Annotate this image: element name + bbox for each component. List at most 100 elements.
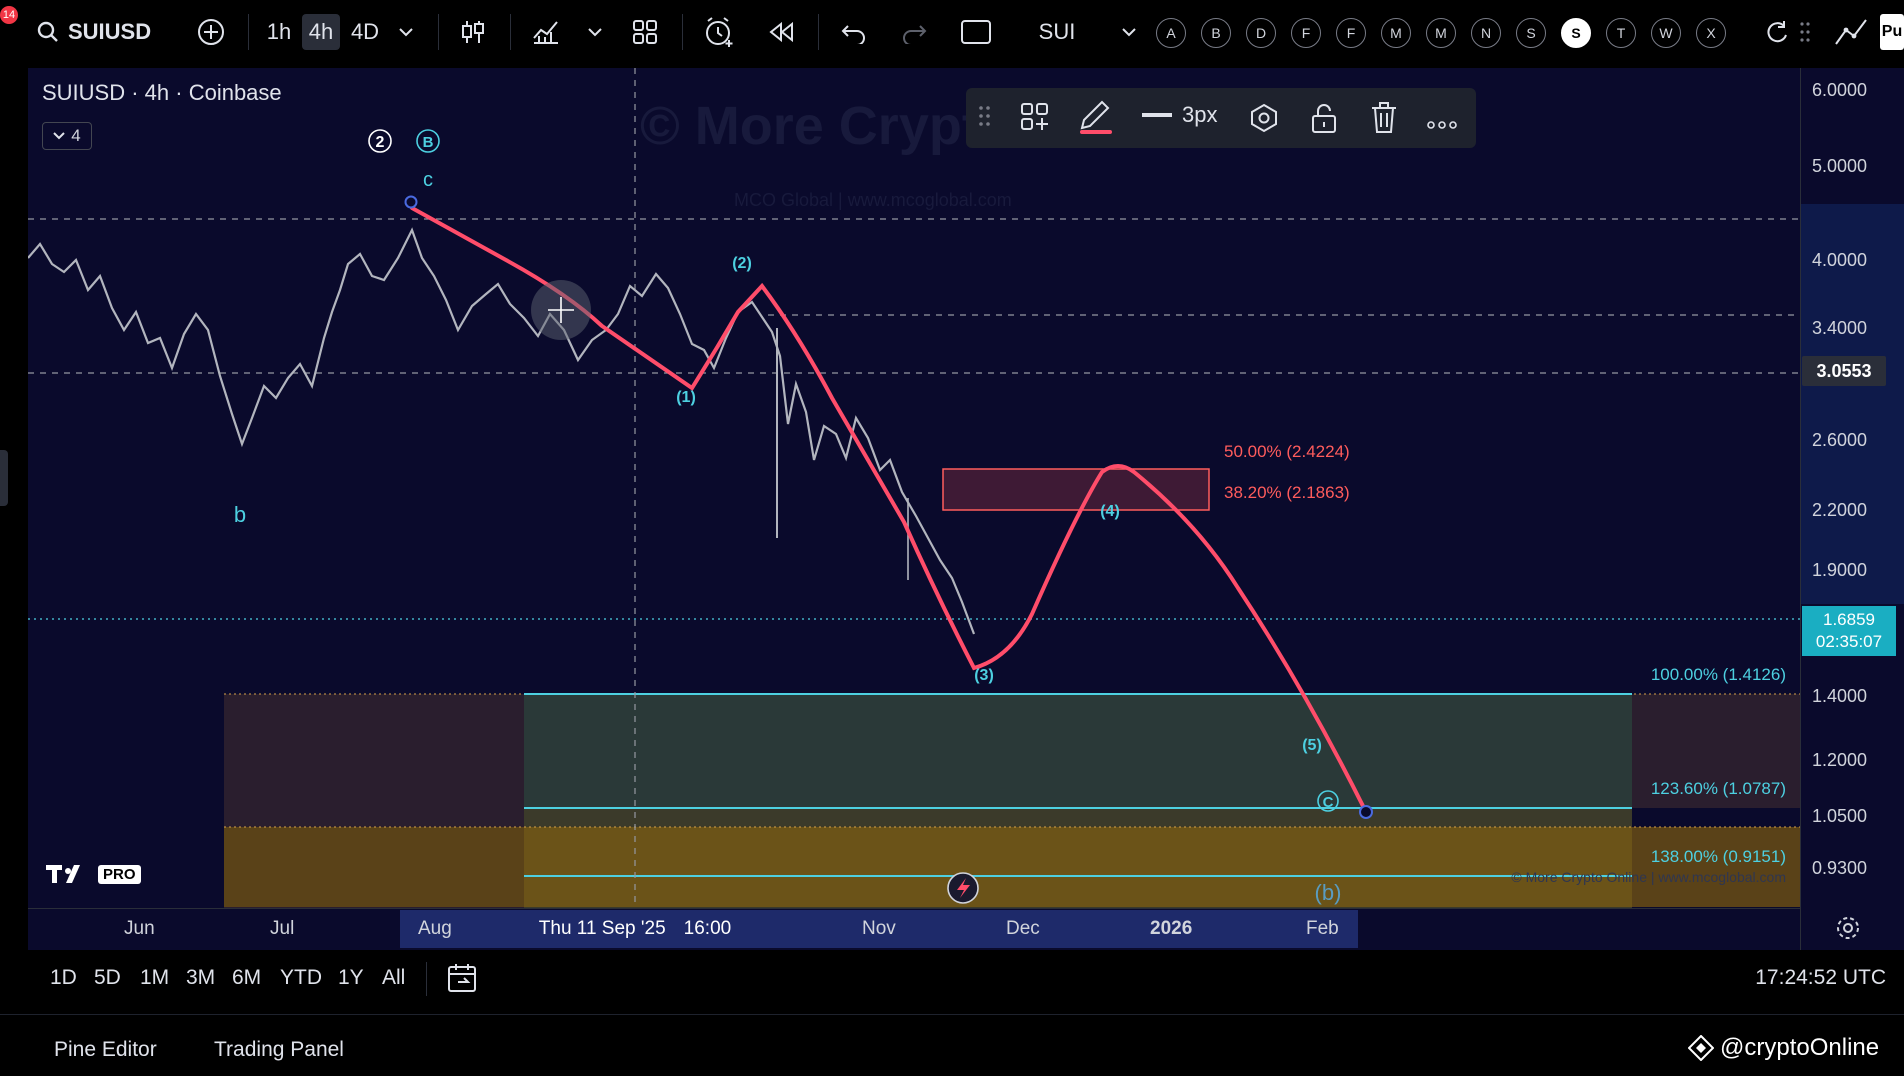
price-label-7: 1.4000	[1812, 686, 1868, 706]
wave-end-point[interactable]	[1359, 805, 1373, 819]
line-color-button[interactable]	[1078, 96, 1114, 140]
fullscreen-button[interactable]	[956, 14, 996, 50]
notification-badge[interactable]: 14	[0, 6, 18, 24]
time-label-aug: Aug	[418, 918, 452, 939]
interval-4d[interactable]: 4D	[344, 14, 386, 50]
tab-pine-editor[interactable]: Pine Editor	[54, 1038, 157, 1062]
replay-button[interactable]	[764, 14, 798, 50]
wave-5-label: (5)	[1302, 737, 1322, 754]
sidebar-collapse-handle[interactable]	[0, 450, 8, 506]
price-label-8: 1.2000	[1812, 750, 1868, 770]
letter-button-11[interactable]: W	[1651, 18, 1681, 48]
range-1m[interactable]: 1M	[140, 966, 169, 990]
time-label-2026: 2026	[1150, 918, 1193, 939]
indicators-dropdown[interactable]	[584, 14, 606, 50]
line-width-label: 3px	[1182, 102, 1218, 127]
undo-button[interactable]	[836, 14, 872, 50]
letter-button-5[interactable]: M	[1381, 18, 1411, 48]
price-tag-crosshair: 3.0553	[1802, 356, 1886, 386]
orange-zone	[524, 827, 1632, 907]
layout-button[interactable]	[628, 14, 662, 50]
separator	[426, 962, 427, 996]
range-3m[interactable]: 3M	[186, 966, 215, 990]
letter-button-2[interactable]: D	[1246, 18, 1276, 48]
chart-canvas[interactable]: © More Crypto MCO Global | www.mcoglobal…	[28, 68, 1800, 908]
price-label-3: 3.4000	[1812, 318, 1868, 338]
letter-button-3[interactable]: F	[1291, 18, 1321, 48]
watermark-subtext: MCO Global | www.mcoglobal.com	[734, 190, 1012, 210]
bar-countdown: 02:35:07	[1815, 632, 1883, 651]
axis-settings-button[interactable]	[1834, 914, 1866, 946]
compare-symbol-button[interactable]	[194, 14, 228, 50]
delete-button[interactable]	[1370, 102, 1398, 140]
wave-b-label: b	[234, 502, 246, 527]
time-range-highlight-2	[742, 910, 1358, 948]
letter-button-4[interactable]: F	[1336, 18, 1366, 48]
range-all[interactable]: All	[382, 966, 405, 990]
interval-1h[interactable]: 1h	[260, 14, 298, 50]
time-label-jul: Jul	[270, 918, 295, 939]
indicators-collapse-button[interactable]: 4	[42, 122, 92, 150]
right-orange-zone	[1632, 827, 1800, 907]
letter-button-9[interactable]: S	[1561, 18, 1591, 48]
template-button[interactable]	[1020, 102, 1050, 138]
price-candles	[28, 227, 976, 635]
redo-button[interactable]	[896, 14, 932, 50]
symbol-search-button[interactable]: SUIUSD	[36, 14, 156, 50]
separator	[248, 14, 249, 50]
tradingview-logo[interactable]: PRO	[46, 860, 141, 888]
letter-button-1[interactable]: B	[1201, 18, 1231, 48]
line-width-button[interactable]: 3px	[1142, 102, 1217, 128]
range-6m[interactable]: 6M	[232, 966, 261, 990]
wave-start-point[interactable]	[404, 195, 418, 209]
letter-button-0[interactable]: A	[1156, 18, 1186, 48]
price-label-2: 4.0000	[1812, 250, 1868, 270]
chart-type-button[interactable]	[456, 14, 490, 50]
drag-handle-icon[interactable]	[1796, 14, 1814, 50]
chevron-down-icon	[399, 28, 413, 37]
brand-watermark: @cryptoOnline	[1688, 1034, 1879, 1062]
brand-handle: @cryptoOnline	[1720, 1034, 1880, 1061]
settings-button[interactable]	[1248, 102, 1280, 140]
wave-c-label: c	[423, 169, 433, 191]
letter-button-8[interactable]: S	[1516, 18, 1546, 48]
time-label-feb: Feb	[1306, 918, 1339, 939]
alert-button[interactable]	[700, 14, 738, 50]
letter-button-12[interactable]: X	[1696, 18, 1726, 48]
letter-button-7[interactable]: N	[1471, 18, 1501, 48]
clock[interactable]: 17:24:52 UTC	[1755, 966, 1886, 990]
last-price-value: 1.6859	[1823, 610, 1875, 629]
watchlist-dropdown[interactable]	[1118, 14, 1140, 50]
price-label-4: 2.6000	[1812, 430, 1868, 450]
calendar-icon	[448, 964, 476, 992]
draw-tools-button[interactable]	[1830, 14, 1874, 50]
wave-2-label: 2	[376, 134, 385, 151]
interval-dropdown[interactable]	[394, 14, 418, 50]
refresh-button[interactable]	[1762, 14, 1792, 50]
interval-4h[interactable]: 4h	[302, 14, 340, 50]
range-1y[interactable]: 1Y	[338, 966, 364, 990]
more-button[interactable]	[1426, 110, 1458, 136]
indicators-button[interactable]	[528, 14, 564, 50]
letter-button-10[interactable]: T	[1606, 18, 1636, 48]
wave-pb-label: (b)	[1315, 880, 1342, 905]
search-icon	[37, 21, 58, 42]
refresh-icon	[1767, 21, 1787, 43]
alarm-clock-icon	[706, 17, 733, 47]
fib-100-label: 100.00% (1.4126)	[1651, 665, 1786, 684]
chart-pane[interactable]: © More Crypto MCO Global | www.mcoglobal…	[28, 68, 1800, 950]
letter-button-6[interactable]: M	[1426, 18, 1456, 48]
drag-handle-icon[interactable]	[978, 102, 992, 136]
watchlist-symbol[interactable]: SUI	[1030, 14, 1084, 50]
go-to-date-button[interactable]	[446, 962, 480, 996]
lock-button[interactable]	[1310, 102, 1338, 140]
range-1d[interactable]: 1D	[50, 966, 77, 990]
square-icon	[961, 20, 991, 44]
range-5d[interactable]: 5D	[94, 966, 121, 990]
trend-tool-icon	[1835, 19, 1867, 45]
range-ytd[interactable]: YTD	[280, 966, 322, 990]
divider	[0, 1014, 1904, 1015]
binance-logo-icon	[1688, 1035, 1714, 1061]
publish-button[interactable]: Pu	[1880, 14, 1904, 50]
tab-trading-panel[interactable]: Trading Panel	[214, 1038, 344, 1062]
